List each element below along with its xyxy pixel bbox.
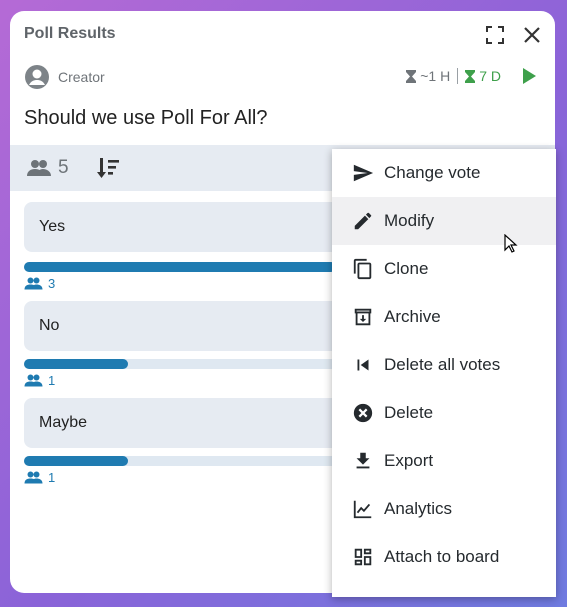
option-votes: 3 <box>24 276 55 291</box>
participant-count-value: 5 <box>58 157 69 178</box>
option-bar-fill <box>24 456 128 466</box>
menu-item-analytics[interactable]: Analytics <box>332 485 556 533</box>
menu-item-label: Modify <box>384 211 435 230</box>
menu-item-label: Analytics <box>384 499 453 518</box>
menu-item-export[interactable]: Export <box>332 437 556 485</box>
menu-item-delete-all-votes[interactable]: Delete all votes <box>332 341 556 389</box>
dashboard-icon <box>354 548 372 566</box>
play-icon[interactable] <box>521 67 537 90</box>
pencil-icon <box>354 212 372 230</box>
poll-question: Should we use Poll For All? <box>24 107 268 129</box>
participant-count: 5 <box>26 157 69 179</box>
menu-item-archive[interactable]: Archive <box>332 293 556 341</box>
menu-item-label: Clone <box>384 259 429 278</box>
option-votes: 1 <box>24 373 55 388</box>
poll-actions-menu: Change vote Modify Clone Archive Delete … <box>332 149 556 597</box>
mouse-cursor-icon <box>504 233 518 259</box>
avatar-icon <box>25 65 49 89</box>
menu-item-label: Change vote <box>384 163 481 182</box>
poll-duration: 7 D <box>479 68 501 84</box>
download-icon <box>356 452 370 469</box>
option-vote-count: 1 <box>48 470 56 485</box>
sort-icon[interactable] <box>96 157 120 184</box>
hourglass-icon <box>465 69 476 83</box>
menu-item-delete[interactable]: Delete <box>332 389 556 437</box>
chart-icon <box>353 500 372 519</box>
send-icon <box>353 164 374 182</box>
delete-circle-icon <box>353 403 373 423</box>
option-label: Maybe <box>39 414 88 431</box>
option-vote-count: 1 <box>48 373 56 388</box>
hourglass-icon <box>406 69 417 83</box>
poll-timers: ~1 H 7 D <box>406 68 501 84</box>
menu-item-attach-to-board[interactable]: Attach to board <box>332 533 556 581</box>
option-label: No <box>39 317 60 334</box>
creator-label: Creator <box>58 69 105 85</box>
copy-icon <box>353 258 372 280</box>
dialog-title: Poll Results <box>24 25 116 42</box>
option-label: Yes <box>39 218 66 235</box>
menu-item-label: Export <box>384 451 434 470</box>
menu-item-change-vote[interactable]: Change vote <box>332 149 556 197</box>
option-bar-fill <box>24 262 336 272</box>
skip-previous-icon <box>357 359 369 371</box>
time-remaining: ~1 H <box>420 68 451 84</box>
fullscreen-icon[interactable] <box>485 25 505 45</box>
option-votes: 1 <box>24 470 55 485</box>
menu-item-label: Delete all votes <box>384 355 501 374</box>
archive-icon <box>354 308 372 326</box>
people-icon <box>24 374 43 387</box>
people-icon <box>24 277 43 290</box>
menu-item-label: Archive <box>384 307 441 326</box>
creator-row: Creator <box>24 64 105 90</box>
timer-divider <box>457 68 459 84</box>
option-bar-fill <box>24 359 128 369</box>
people-icon <box>27 160 51 176</box>
menu-item-modify[interactable]: Modify <box>332 197 556 245</box>
menu-item-label: Delete <box>384 403 434 422</box>
menu-item-label: Attach to board <box>384 547 500 566</box>
option-vote-count: 3 <box>48 276 56 291</box>
people-icon <box>24 471 43 484</box>
menu-item-clone[interactable]: Clone <box>332 245 556 293</box>
close-icon[interactable] <box>522 25 542 45</box>
